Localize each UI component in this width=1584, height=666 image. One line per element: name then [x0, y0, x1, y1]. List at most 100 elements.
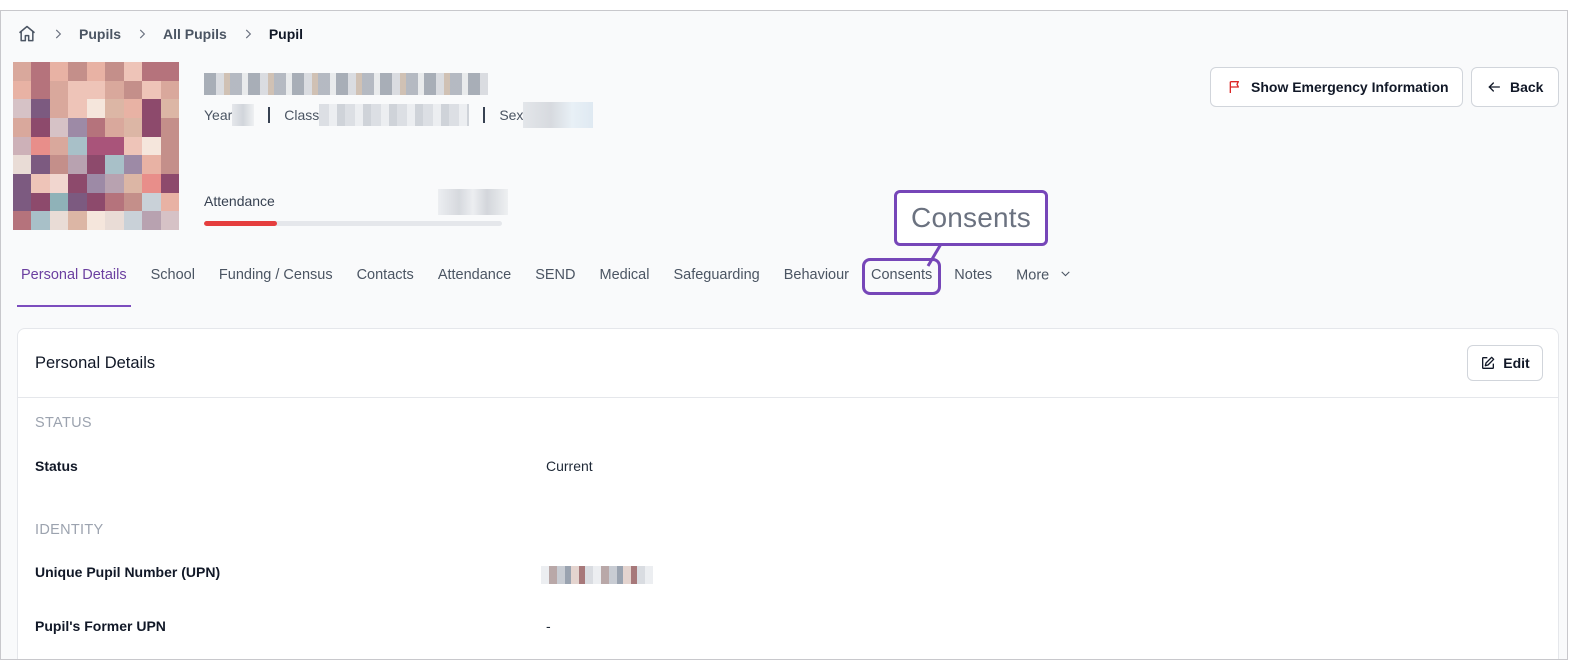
avatar-pixel: [105, 155, 124, 174]
avatar-pixel: [68, 192, 87, 212]
avatar-pixel: [142, 192, 161, 212]
avatar-pixel: [160, 99, 179, 118]
avatar-pixel: [31, 136, 50, 156]
tab-send[interactable]: SEND: [531, 259, 579, 307]
chevron-right-icon: [241, 27, 255, 41]
avatar-pixel: [31, 155, 50, 174]
year-value-redacted: [232, 104, 255, 126]
avatar-pixel: [86, 62, 106, 81]
avatar-pixel: [160, 211, 179, 230]
chevron-right-icon: [51, 27, 65, 41]
field-label-status: Status: [35, 458, 78, 474]
tab-school[interactable]: School: [147, 259, 199, 307]
avatar-pixel: [86, 211, 106, 230]
avatar-pixel: [31, 99, 50, 118]
avatar-pixel: [86, 136, 106, 156]
tab-medical[interactable]: Medical: [595, 259, 653, 307]
avatar-pixel: [68, 173, 87, 193]
avatar-pixel: [13, 173, 32, 193]
avatar-pixel: [105, 192, 124, 212]
field-label-upn: Unique Pupil Number (UPN): [35, 564, 221, 580]
avatar-pixel: [13, 117, 32, 137]
avatar-pixel: [31, 173, 50, 193]
card-header: Personal Details Edit: [18, 329, 1558, 398]
pupil-photo: [13, 62, 179, 230]
avatar-pixel: [123, 173, 143, 193]
avatar-pixel: [86, 80, 106, 100]
show-emergency-information-button[interactable]: Show Emergency Information: [1210, 67, 1463, 107]
avatar-pixel: [49, 99, 69, 118]
avatar-pixel: [13, 192, 32, 212]
edit-icon: [1480, 355, 1503, 371]
back-button[interactable]: Back: [1471, 67, 1559, 107]
avatar-pixel: [49, 80, 69, 100]
tab-notes[interactable]: Notes: [950, 259, 996, 307]
avatar-pixel: [142, 211, 161, 230]
avatar-pixel: [68, 99, 87, 118]
field-value-upn-redacted: [541, 566, 653, 584]
class-value-redacted: [319, 104, 470, 126]
avatar-pixel: [142, 62, 161, 81]
avatar-pixel: [105, 80, 124, 100]
year-label: Year: [204, 107, 233, 123]
avatar-pixel: [160, 173, 179, 193]
avatar-pixel: [142, 117, 161, 137]
pupil-tabs: Personal Details School Funding / Census…: [17, 258, 1092, 307]
field-value-status: Current: [546, 458, 593, 474]
pupil-name-redacted: [204, 73, 488, 95]
avatar-pixel: [68, 211, 87, 230]
breadcrumb-pupils[interactable]: Pupils: [79, 26, 121, 42]
sex-value-redacted: [523, 102, 594, 128]
field-label-former-upn: Pupil's Former UPN: [35, 618, 166, 634]
tab-contacts[interactable]: Contacts: [353, 259, 418, 307]
tab-consents[interactable]: Consents: [862, 258, 942, 295]
attendance-value-redacted: [438, 189, 508, 215]
avatar-pixel: [68, 117, 87, 137]
avatar-pixel: [105, 211, 124, 230]
attendance-label: Attendance: [204, 193, 275, 209]
avatar-pixel: [105, 62, 124, 81]
back-button-label: Back: [1510, 79, 1544, 95]
avatar-pixel: [123, 117, 143, 137]
avatar-pixel: [105, 173, 124, 193]
chevron-down-icon: [1059, 267, 1072, 284]
avatar-pixel: [49, 117, 69, 137]
tab-personal-details[interactable]: Personal Details: [17, 259, 131, 307]
avatar-pixel: [123, 211, 143, 230]
avatar-pixel: [49, 192, 69, 212]
breadcrumb-all-pupils[interactable]: All Pupils: [163, 26, 227, 42]
avatar-pixel: [160, 155, 179, 174]
avatar-pixel: [160, 62, 179, 81]
avatar-pixel: [68, 155, 87, 174]
tab-funding-census[interactable]: Funding / Census: [215, 259, 337, 307]
home-icon[interactable]: [17, 24, 37, 44]
avatar-pixel: [142, 155, 161, 174]
flag-icon: [1227, 79, 1251, 95]
avatar-pixel: [142, 136, 161, 156]
edit-button[interactable]: Edit: [1467, 345, 1543, 381]
section-heading-identity: IDENTITY: [35, 522, 104, 538]
avatar-pixel: [31, 117, 50, 137]
avatar-pixel: [13, 155, 32, 174]
edit-button-label: Edit: [1503, 355, 1530, 371]
avatar-pixel: [86, 155, 106, 174]
emergency-button-label: Show Emergency Information: [1251, 79, 1449, 95]
avatar-pixel: [68, 136, 87, 156]
section-heading-status: STATUS: [35, 415, 92, 431]
avatar-pixel: [13, 211, 32, 230]
avatar-pixel: [86, 99, 106, 118]
avatar-pixel: [123, 192, 143, 212]
avatar-pixel: [31, 192, 50, 212]
avatar-pixel: [86, 173, 106, 193]
avatar-pixel: [49, 62, 69, 81]
divider: [268, 107, 271, 123]
tab-safeguarding[interactable]: Safeguarding: [669, 259, 763, 307]
tab-behaviour[interactable]: Behaviour: [780, 259, 853, 307]
avatar-pixel: [49, 173, 69, 193]
personal-details-card: Personal Details Edit STATUS Status Curr…: [17, 328, 1559, 659]
tab-attendance[interactable]: Attendance: [434, 259, 515, 307]
tab-more[interactable]: More: [1012, 259, 1076, 307]
avatar-pixel: [13, 99, 32, 118]
avatar-pixel: [31, 62, 50, 81]
attendance-bar: [204, 221, 502, 226]
